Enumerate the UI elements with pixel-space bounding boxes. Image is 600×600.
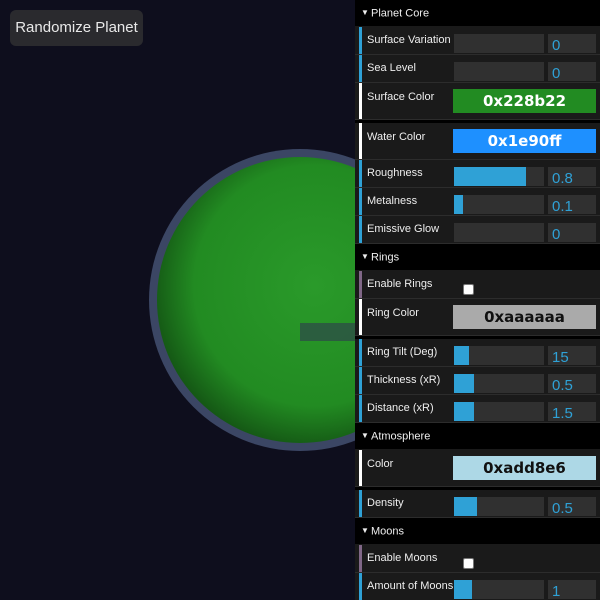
control-surface-variation: Surface Variation 0 [355,27,600,55]
label-ring-tilt: Ring Tilt (Deg) [367,346,438,358]
roughness-input[interactable]: 0.8 [548,167,596,186]
label-enable-rings: Enable Rings [367,278,433,290]
control-sea-level: Sea Level 0 [355,55,600,83]
label-surface-color: Surface Color [367,91,435,103]
surface-color-picker[interactable]: 0x228b22 [453,89,596,113]
surface-variation-input[interactable]: 0 [548,34,596,53]
atmosphere-color-picker[interactable]: 0xadd8e6 [453,456,596,480]
metalness-input[interactable]: 0.1 [548,195,596,214]
ring-tilt-input[interactable]: 15 [548,346,596,365]
emissive-glow-input[interactable]: 0 [548,223,596,242]
emissive-glow-slider[interactable] [454,223,544,242]
slider-fill [454,346,470,365]
number-indicator [359,367,362,394]
boolean-indicator [359,271,362,298]
folder-moons[interactable]: ▼ Moons [355,518,600,545]
control-roughness: Roughness 0.8 [355,160,600,188]
settings-panel: ▼ Planet Core Surface Variation 0 Sea Lev… [355,0,600,600]
number-indicator [359,339,362,366]
control-distance: Distance (xR) 1.5 [355,395,600,423]
thickness-slider[interactable] [454,374,544,393]
label-enable-moons: Enable Moons [367,552,438,564]
folder-title-moons: Moons [371,525,405,538]
slider-fill [454,497,477,516]
caret-down-icon: ▼ [361,8,369,17]
label-amount-of-moons: Amount of Moons [367,580,454,592]
control-amount-of-moons: Amount of Moons 1 [355,573,600,600]
control-atmosphere-color: Color 0xadd8e6 [355,450,600,487]
number-indicator [359,216,362,243]
caret-down-icon: ▼ [361,526,369,535]
control-enable-rings: Enable Rings [355,271,600,299]
slider-fill [454,195,463,214]
label-emissive-glow: Emissive Glow [367,223,440,235]
control-water-color: Water Color 0x1e90ff [355,123,600,160]
number-indicator [359,395,362,422]
ring-tilt-slider[interactable] [454,346,544,365]
label-atmosphere-color: Color [367,458,394,470]
control-ring-color: Ring Color 0xaaaaaa [355,299,600,336]
label-sea-level: Sea Level [367,62,416,74]
metalness-slider[interactable] [454,195,544,214]
distance-input[interactable]: 1.5 [548,402,596,421]
folder-title-atmosphere: Atmosphere [371,430,431,443]
control-thickness: Thickness (xR) 0.5 [355,367,600,395]
roughness-slider[interactable] [454,167,544,186]
control-surface-color: Surface Color 0x228b22 [355,83,600,120]
density-slider[interactable] [454,497,544,516]
control-enable-moons: Enable Moons [355,545,600,573]
folder-title-rings: Rings [371,251,400,264]
number-indicator [359,188,362,215]
enable-moons-checkbox[interactable] [463,558,474,569]
number-indicator [359,573,362,600]
caret-down-icon: ▼ [361,431,369,440]
distance-slider[interactable] [454,402,544,421]
color-indicator [359,299,362,335]
ring-color-picker[interactable]: 0xaaaaaa [453,305,596,329]
slider-fill [454,580,472,599]
folder-atmosphere[interactable]: ▼ Atmosphere [355,423,600,450]
control-density: Density 0.5 [355,490,600,518]
sea-level-slider[interactable] [454,62,544,81]
density-input[interactable]: 0.5 [548,497,596,516]
label-thickness: Thickness (xR) [367,374,441,386]
amount-of-moons-slider[interactable] [454,580,544,599]
number-indicator [359,27,362,54]
thickness-input[interactable]: 0.5 [548,374,596,393]
label-metalness: Metalness [367,195,418,207]
label-distance: Distance (xR) [367,402,434,414]
enable-rings-checkbox[interactable] [463,284,474,295]
randomize-planet-button[interactable]: Randomize Planet [10,10,143,46]
folder-rings[interactable]: ▼ Rings [355,244,600,271]
label-water-color: Water Color [367,131,426,143]
label-ring-color: Ring Color [367,307,419,319]
label-density: Density [367,497,404,509]
boolean-indicator [359,545,362,572]
water-color-picker[interactable]: 0x1e90ff [453,129,596,153]
folder-title-planet-core: Planet Core [371,7,430,20]
number-indicator [359,490,362,517]
label-surface-variation: Surface Variation [367,34,451,46]
control-metalness: Metalness 0.1 [355,188,600,216]
slider-fill [454,167,526,186]
sea-level-input[interactable]: 0 [548,62,596,81]
number-indicator [359,160,362,187]
label-roughness: Roughness [367,167,423,179]
color-indicator [359,123,362,159]
folder-planet-core[interactable]: ▼ Planet Core [355,0,600,27]
control-emissive-glow: Emissive Glow 0 [355,216,600,244]
color-indicator [359,450,362,486]
surface-variation-slider[interactable] [454,34,544,53]
color-indicator [359,83,362,119]
control-ring-tilt: Ring Tilt (Deg) 15 [355,339,600,367]
slider-fill [454,374,474,393]
number-indicator [359,55,362,82]
caret-down-icon: ▼ [361,252,369,261]
slider-fill [454,402,474,421]
amount-of-moons-input[interactable]: 1 [548,580,596,599]
